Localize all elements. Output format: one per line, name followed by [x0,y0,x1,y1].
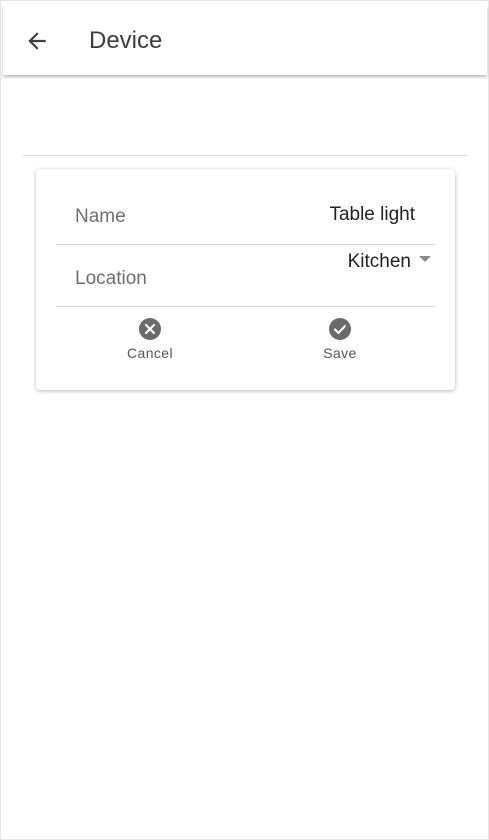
location-select[interactable]: Kitchen [348,251,431,273]
save-label: Save [323,345,357,361]
caret-down-icon [419,256,431,262]
device-edit-card: Name Table light Location Kitchen Cancel… [36,169,455,390]
name-label: Name [75,206,126,227]
arrow-left-icon [28,32,46,50]
check-circle-icon [329,318,351,340]
cancel-button[interactable]: Cancel [110,317,190,361]
cancel-circle-icon [139,318,161,340]
location-label: Location [75,268,147,289]
page-title: Device [89,27,163,54]
device-screen: Device Name Table light Location Kitchen… [0,0,489,840]
name-row: Name Table light [56,184,435,245]
app-bar: Device [3,5,487,75]
name-field[interactable]: Table light [329,204,415,226]
divider [23,155,467,156]
location-value: Kitchen [347,251,411,272]
back-button[interactable] [23,27,51,55]
cancel-label: Cancel [127,345,173,361]
save-button[interactable]: Save [300,317,380,361]
